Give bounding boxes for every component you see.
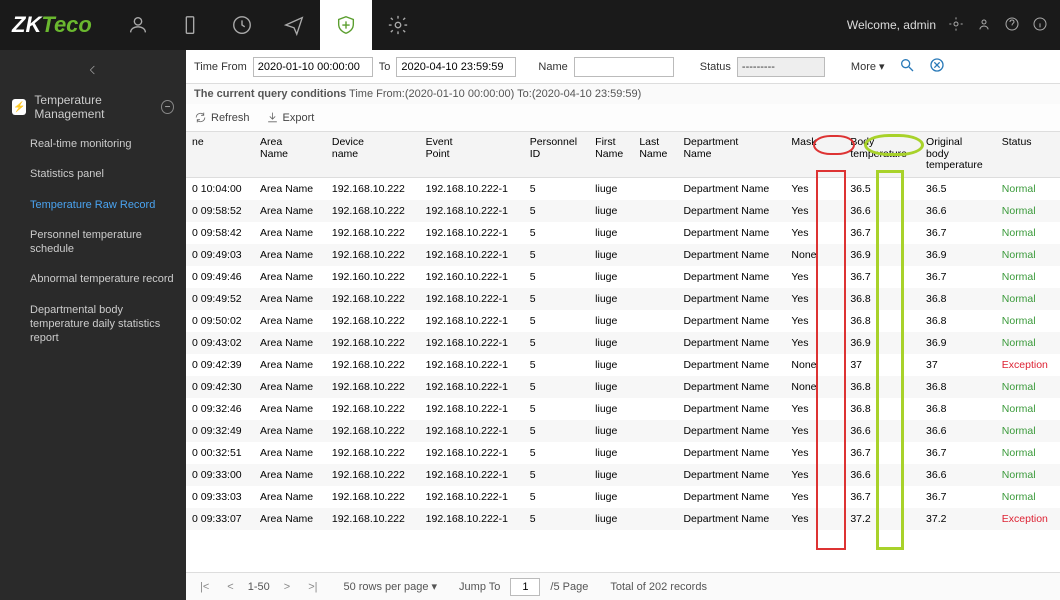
refresh-button[interactable]: Refresh bbox=[194, 111, 250, 124]
time-to-label: To bbox=[379, 61, 391, 73]
welcome-text: Welcome, admin bbox=[847, 18, 936, 32]
table-header[interactable]: EventPoint bbox=[420, 132, 524, 177]
time-from-label: Time From bbox=[194, 61, 247, 73]
table-header[interactable]: LastName bbox=[633, 132, 677, 177]
table-row[interactable]: 0 09:33:07Area Name192.168.10.222192.168… bbox=[186, 508, 1060, 530]
table-header[interactable] bbox=[826, 132, 844, 177]
collapse-section-icon[interactable]: − bbox=[161, 100, 174, 114]
table-row[interactable]: 0 09:49:52Area Name192.168.10.222192.168… bbox=[186, 288, 1060, 310]
table-header[interactable]: Status bbox=[996, 132, 1060, 177]
user-icon[interactable] bbox=[976, 16, 992, 35]
more-dropdown[interactable]: More ▾ bbox=[851, 60, 885, 73]
nav-gear-icon[interactable] bbox=[372, 0, 424, 50]
time-from-input[interactable] bbox=[253, 57, 373, 77]
sidebar-item[interactable]: Statistics panel bbox=[0, 159, 186, 189]
settings-icon[interactable] bbox=[948, 16, 964, 35]
table-header[interactable]: Devicename bbox=[326, 132, 420, 177]
filterbar: Time From To Name Status --------- More … bbox=[186, 50, 1060, 84]
clear-icon[interactable] bbox=[929, 57, 945, 76]
name-input[interactable] bbox=[574, 57, 674, 77]
pager-prev-icon[interactable]: < bbox=[223, 581, 237, 593]
jump-input[interactable] bbox=[510, 578, 540, 596]
help-icon[interactable] bbox=[1004, 16, 1020, 35]
export-button[interactable]: Export bbox=[266, 111, 315, 124]
rows-per-page[interactable]: 50 rows per page ▾ bbox=[343, 580, 437, 593]
sidebar-item[interactable]: Abnormal temperature record bbox=[0, 264, 186, 294]
pager-total: Total of 202 records bbox=[610, 581, 707, 593]
search-icon[interactable] bbox=[899, 57, 915, 76]
nav-clock-icon[interactable] bbox=[216, 0, 268, 50]
table-header[interactable]: PersonnelID bbox=[524, 132, 589, 177]
table-header[interactable]: Originalbodytemperature bbox=[920, 132, 996, 177]
topbar: ZKTeco Welcome, admin bbox=[0, 0, 1060, 50]
table-header[interactable]: Bodytemperature bbox=[844, 132, 920, 177]
sidebar-item[interactable]: Personnel temperature schedule bbox=[0, 220, 186, 265]
table-row[interactable]: 0 09:33:00Area Name192.168.10.222192.168… bbox=[186, 464, 1060, 486]
toolbar: Refresh Export bbox=[186, 104, 1060, 132]
table-row[interactable]: 0 09:42:39Area Name192.168.10.222192.168… bbox=[186, 354, 1060, 376]
table-wrap[interactable]: neAreaNameDevicenameEventPointPersonnelI… bbox=[186, 132, 1060, 572]
nav-send-icon[interactable] bbox=[268, 0, 320, 50]
table-header[interactable]: DepartmentName bbox=[677, 132, 785, 177]
table-row[interactable]: 0 09:43:02Area Name192.168.10.222192.168… bbox=[186, 332, 1060, 354]
sidebar: ⚡ Temperature Management − Real-time mon… bbox=[0, 50, 186, 600]
jump-label: Jump To bbox=[459, 581, 500, 593]
pager-first-icon[interactable]: |< bbox=[196, 581, 213, 593]
conditions-label: The current query conditions bbox=[194, 88, 346, 100]
sidebar-item[interactable]: Departmental body temperature daily stat… bbox=[0, 295, 186, 354]
table-header[interactable]: AreaName bbox=[254, 132, 326, 177]
time-to-input[interactable] bbox=[396, 57, 516, 77]
table-row[interactable]: 0 09:49:46Area Name192.160.10.222192.160… bbox=[186, 266, 1060, 288]
nav-person-icon[interactable] bbox=[112, 0, 164, 50]
table-row[interactable]: 0 09:58:52Area Name192.168.10.222192.168… bbox=[186, 200, 1060, 222]
table-row[interactable]: 0 09:42:30Area Name192.168.10.222192.168… bbox=[186, 376, 1060, 398]
table-row[interactable]: 0 09:32:49Area Name192.168.10.222192.168… bbox=[186, 420, 1060, 442]
table-row[interactable]: 0 00:32:51Area Name192.168.10.222192.168… bbox=[186, 442, 1060, 464]
table-row[interactable]: 0 09:32:46Area Name192.168.10.222192.168… bbox=[186, 398, 1060, 420]
status-select[interactable]: --------- bbox=[737, 57, 825, 77]
sidebar-item[interactable]: Temperature Raw Record bbox=[0, 190, 186, 220]
logo-a: ZK bbox=[12, 12, 41, 37]
sidebar-title: Temperature Management bbox=[34, 93, 161, 121]
content: Time From To Name Status --------- More … bbox=[186, 50, 1060, 600]
info-icon[interactable] bbox=[1032, 16, 1048, 35]
nav-icons bbox=[112, 0, 424, 50]
table-row[interactable]: 0 09:58:42Area Name192.168.10.222192.168… bbox=[186, 222, 1060, 244]
table-header[interactable]: Mask bbox=[785, 132, 826, 177]
table-row[interactable]: 0 10:04:00Area Name192.168.10.222192.168… bbox=[186, 177, 1060, 200]
total-pages: /5 Page bbox=[550, 581, 588, 593]
conditions-text: Time From:(2020-01-10 00:00:00) To:(2020… bbox=[349, 88, 641, 100]
sidebar-header[interactable]: ⚡ Temperature Management − bbox=[0, 85, 186, 129]
status-label: Status bbox=[700, 61, 731, 73]
data-table: neAreaNameDevicenameEventPointPersonnelI… bbox=[186, 132, 1060, 530]
logo: ZKTeco bbox=[12, 12, 92, 38]
query-conditions: The current query conditions Time From:(… bbox=[186, 84, 1060, 104]
pager-last-icon[interactable]: >| bbox=[304, 581, 321, 593]
logo-b: Teco bbox=[41, 12, 92, 37]
table-row[interactable]: 0 09:49:03Area Name192.168.10.222192.168… bbox=[186, 244, 1060, 266]
sidebar-collapse-icon[interactable] bbox=[0, 58, 186, 85]
sidebar-item[interactable]: Real-time monitoring bbox=[0, 129, 186, 159]
table-header[interactable]: FirstName bbox=[589, 132, 633, 177]
nav-shield-icon[interactable] bbox=[320, 0, 372, 50]
name-label: Name bbox=[538, 61, 567, 73]
lightning-icon: ⚡ bbox=[12, 99, 26, 115]
pager-next-icon[interactable]: > bbox=[280, 581, 294, 593]
pager-range: 1-50 bbox=[248, 581, 270, 593]
pager: |< < 1-50 > >| 50 rows per page ▾ Jump T… bbox=[186, 572, 1060, 600]
table-row[interactable]: 0 09:33:03Area Name192.168.10.222192.168… bbox=[186, 486, 1060, 508]
nav-device-icon[interactable] bbox=[164, 0, 216, 50]
table-header[interactable]: ne bbox=[186, 132, 254, 177]
table-row[interactable]: 0 09:50:02Area Name192.168.10.222192.168… bbox=[186, 310, 1060, 332]
welcome-area: Welcome, admin bbox=[847, 16, 1048, 35]
